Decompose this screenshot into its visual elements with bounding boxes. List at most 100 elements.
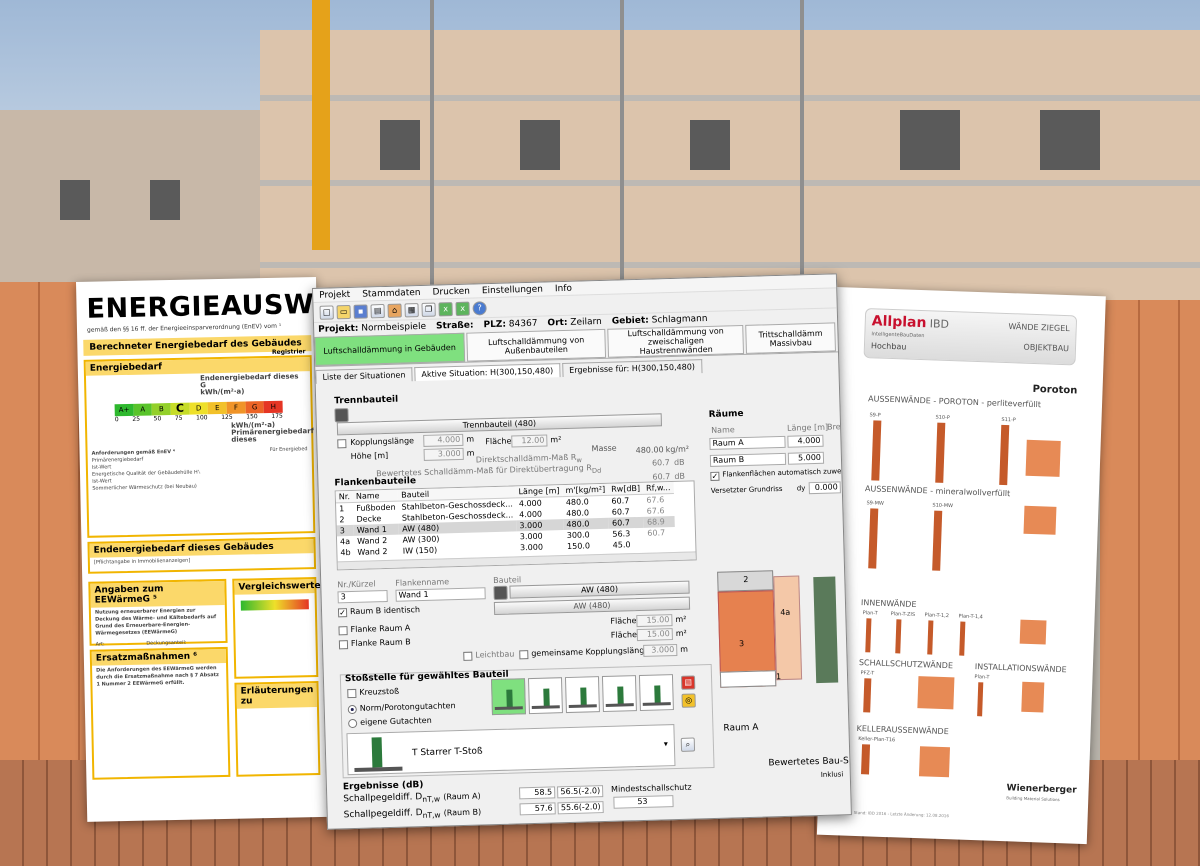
keller-title: KELLERAUSSENWÄNDE xyxy=(856,723,949,737)
dy-input[interactable]: 0.000 xyxy=(808,481,841,495)
shared-coupling-checkbox[interactable] xyxy=(519,650,529,660)
room-b-name[interactable]: Raum B xyxy=(709,452,787,467)
joint-type-4[interactable] xyxy=(601,675,637,713)
tab-impact-sound[interactable]: Trittschalldämm Massivbau xyxy=(745,322,836,354)
diagram-label-2: 2 xyxy=(743,574,749,585)
help-icon[interactable]: ? xyxy=(472,300,487,316)
norm-radio[interactable] xyxy=(347,704,357,715)
joint-type-t-rigid[interactable] xyxy=(490,678,526,716)
bauteil-a-selector[interactable]: AW (480) xyxy=(509,580,690,599)
window-opening xyxy=(900,110,960,170)
coupling-length-checkbox[interactable] xyxy=(337,439,347,449)
id-card-icon[interactable]: ▤ xyxy=(370,303,385,318)
mass-unit: kg/m² xyxy=(665,444,690,455)
shared-coupling-input[interactable]: 3.000 xyxy=(643,643,678,657)
cell: Fußboden xyxy=(356,502,396,513)
save-icon[interactable]: ▪ xyxy=(353,303,368,319)
col-rw[interactable]: Rw[dB] xyxy=(608,482,644,496)
wall-type-icon[interactable] xyxy=(493,585,508,601)
menu-stammdaten[interactable]: Stammdaten xyxy=(362,286,421,301)
rooms-col-length: Länge [m] xyxy=(786,422,829,433)
tab-active-situation[interactable]: Aktive Situation: H(300,150,480) xyxy=(414,363,561,382)
menu-projekt[interactable]: Projekt xyxy=(319,288,350,302)
tab-airborne-buildings[interactable]: Luftschalldämmung in Gebäuden xyxy=(314,332,465,366)
leichtbau-checkbox[interactable] xyxy=(463,651,473,661)
city-label: Ort: xyxy=(547,317,568,329)
catalog-right-2: OBJEKTBAU xyxy=(1023,342,1070,354)
chevron-down-icon[interactable]: ▾ xyxy=(664,739,668,748)
wall-section-icon xyxy=(868,508,879,569)
tab-airborne-double-walls[interactable]: Luftschalldämmung von zweischaligen Haus… xyxy=(607,324,745,358)
catalog-item: Plan-T xyxy=(974,674,990,681)
area-b-input[interactable]: 15.00 xyxy=(636,628,673,642)
import-excel-icon[interactable]: x xyxy=(455,301,470,316)
building-icon[interactable]: ▦ xyxy=(404,302,419,317)
palette-icon[interactable]: ◎ xyxy=(681,693,696,708)
open-folder-icon[interactable]: ▭ xyxy=(336,304,351,319)
calc-section-header: Berechneter Energiebedarf des Gebäudes R… xyxy=(83,335,312,356)
kreuzstoss-checkbox[interactable] xyxy=(347,688,357,699)
calc-section-title: Berechneter Energiebedarf des Gebäudes xyxy=(89,338,302,353)
flank-b-checkbox[interactable] xyxy=(338,640,349,650)
coupling-length-label: Kopplungslänge xyxy=(350,436,415,447)
schall-title: SCHALLSCHUTZWÄNDE xyxy=(858,658,954,671)
brick-block-icon xyxy=(918,746,951,778)
col-rfw[interactable]: Rf,w... xyxy=(642,481,674,495)
bauteil-b-selector[interactable]: AW (480) xyxy=(493,596,691,616)
energy-certificate-title: ENERGIEAUSWEIS xyxy=(86,287,328,325)
class-h: H xyxy=(263,400,283,414)
brick-block-icon xyxy=(1025,439,1061,477)
scale-tick: 0 xyxy=(114,416,119,424)
col-nr[interactable]: Nr. xyxy=(335,490,354,503)
energy-demand-box: Energiebedarf Endenergiebedarf dieses G … xyxy=(83,355,316,538)
separating-element-selector[interactable]: Trennbauteil (480) xyxy=(336,413,662,436)
menu-info[interactable]: Info xyxy=(555,282,572,295)
tab-results[interactable]: Ergebnisse für: H(300,150,480) xyxy=(562,359,703,378)
area-input[interactable]: 12.00 xyxy=(511,434,548,448)
menu-drucken[interactable]: Drucken xyxy=(432,285,470,299)
joint-dropdown[interactable]: T Starrer T-Stoß ▾ xyxy=(346,724,676,776)
area-label: Fläche xyxy=(485,436,512,447)
joint-type-3[interactable] xyxy=(564,676,600,714)
menu-einstellungen[interactable]: Einstellungen xyxy=(482,283,543,298)
flankname-input[interactable]: Wand 1 xyxy=(395,587,486,602)
nr-input[interactable]: 3 xyxy=(337,590,388,604)
height-input[interactable]: 3.000 xyxy=(423,447,464,461)
own-reports-radio[interactable] xyxy=(348,718,358,729)
flank-a-checkbox[interactable] xyxy=(338,626,348,636)
joint-title: Stoßstelle für gewähltes Bauteil xyxy=(344,669,509,685)
room-a-length[interactable]: 4.000 xyxy=(787,434,824,448)
auto-flank-label: Flankenflächen automatisch zuweisen xyxy=(722,466,852,479)
area-a-input[interactable]: 15.00 xyxy=(636,614,673,628)
direct-sound-text: Direktschalldämm-Maß R xyxy=(475,452,577,465)
cell xyxy=(644,537,675,549)
brick-block-icon xyxy=(1019,619,1047,645)
allplan-subtitle: IntelligenteBauDaten xyxy=(871,331,925,340)
room-b-identical-checkbox[interactable]: ✓ xyxy=(337,608,348,618)
export-excel-icon[interactable]: x xyxy=(438,301,453,316)
room-a-name[interactable]: Raum A xyxy=(709,435,786,450)
pdf-icon[interactable]: ▤ xyxy=(680,675,696,690)
tab-airborne-exterior[interactable]: Luftschalldämmung von Außenbauteilen xyxy=(466,328,607,362)
copy-icon[interactable]: ❐ xyxy=(421,302,436,317)
mass-label: Masse xyxy=(591,443,617,454)
joint-type-2[interactable] xyxy=(527,677,563,715)
auto-flank-checkbox[interactable]: ✓ xyxy=(710,471,720,481)
scale-tick: 150 xyxy=(246,413,258,421)
coupling-length-input[interactable]: 4.000 xyxy=(423,433,464,447)
house-icon[interactable]: ⌂ xyxy=(387,303,402,318)
plz-field: PLZ: 84367 xyxy=(483,317,537,333)
minimum-value: 53 xyxy=(613,795,674,809)
joint-base xyxy=(531,705,560,710)
room-b-length[interactable]: 5.000 xyxy=(787,451,825,465)
new-file-icon[interactable]: □ xyxy=(319,304,334,320)
magnifier-icon[interactable]: ⌕ xyxy=(680,737,696,752)
joint-type-5[interactable] xyxy=(638,674,674,712)
joint-base xyxy=(568,704,597,708)
wall-section-icon xyxy=(977,682,984,717)
tab-situation-list[interactable]: Liste der Situationen xyxy=(315,367,413,384)
class-c: C xyxy=(170,402,190,416)
region-label: Gebiet: xyxy=(611,315,649,327)
wall-type-icon[interactable] xyxy=(334,408,349,423)
catalog-right-1: WÄNDE ZIEGEL xyxy=(1008,322,1070,334)
